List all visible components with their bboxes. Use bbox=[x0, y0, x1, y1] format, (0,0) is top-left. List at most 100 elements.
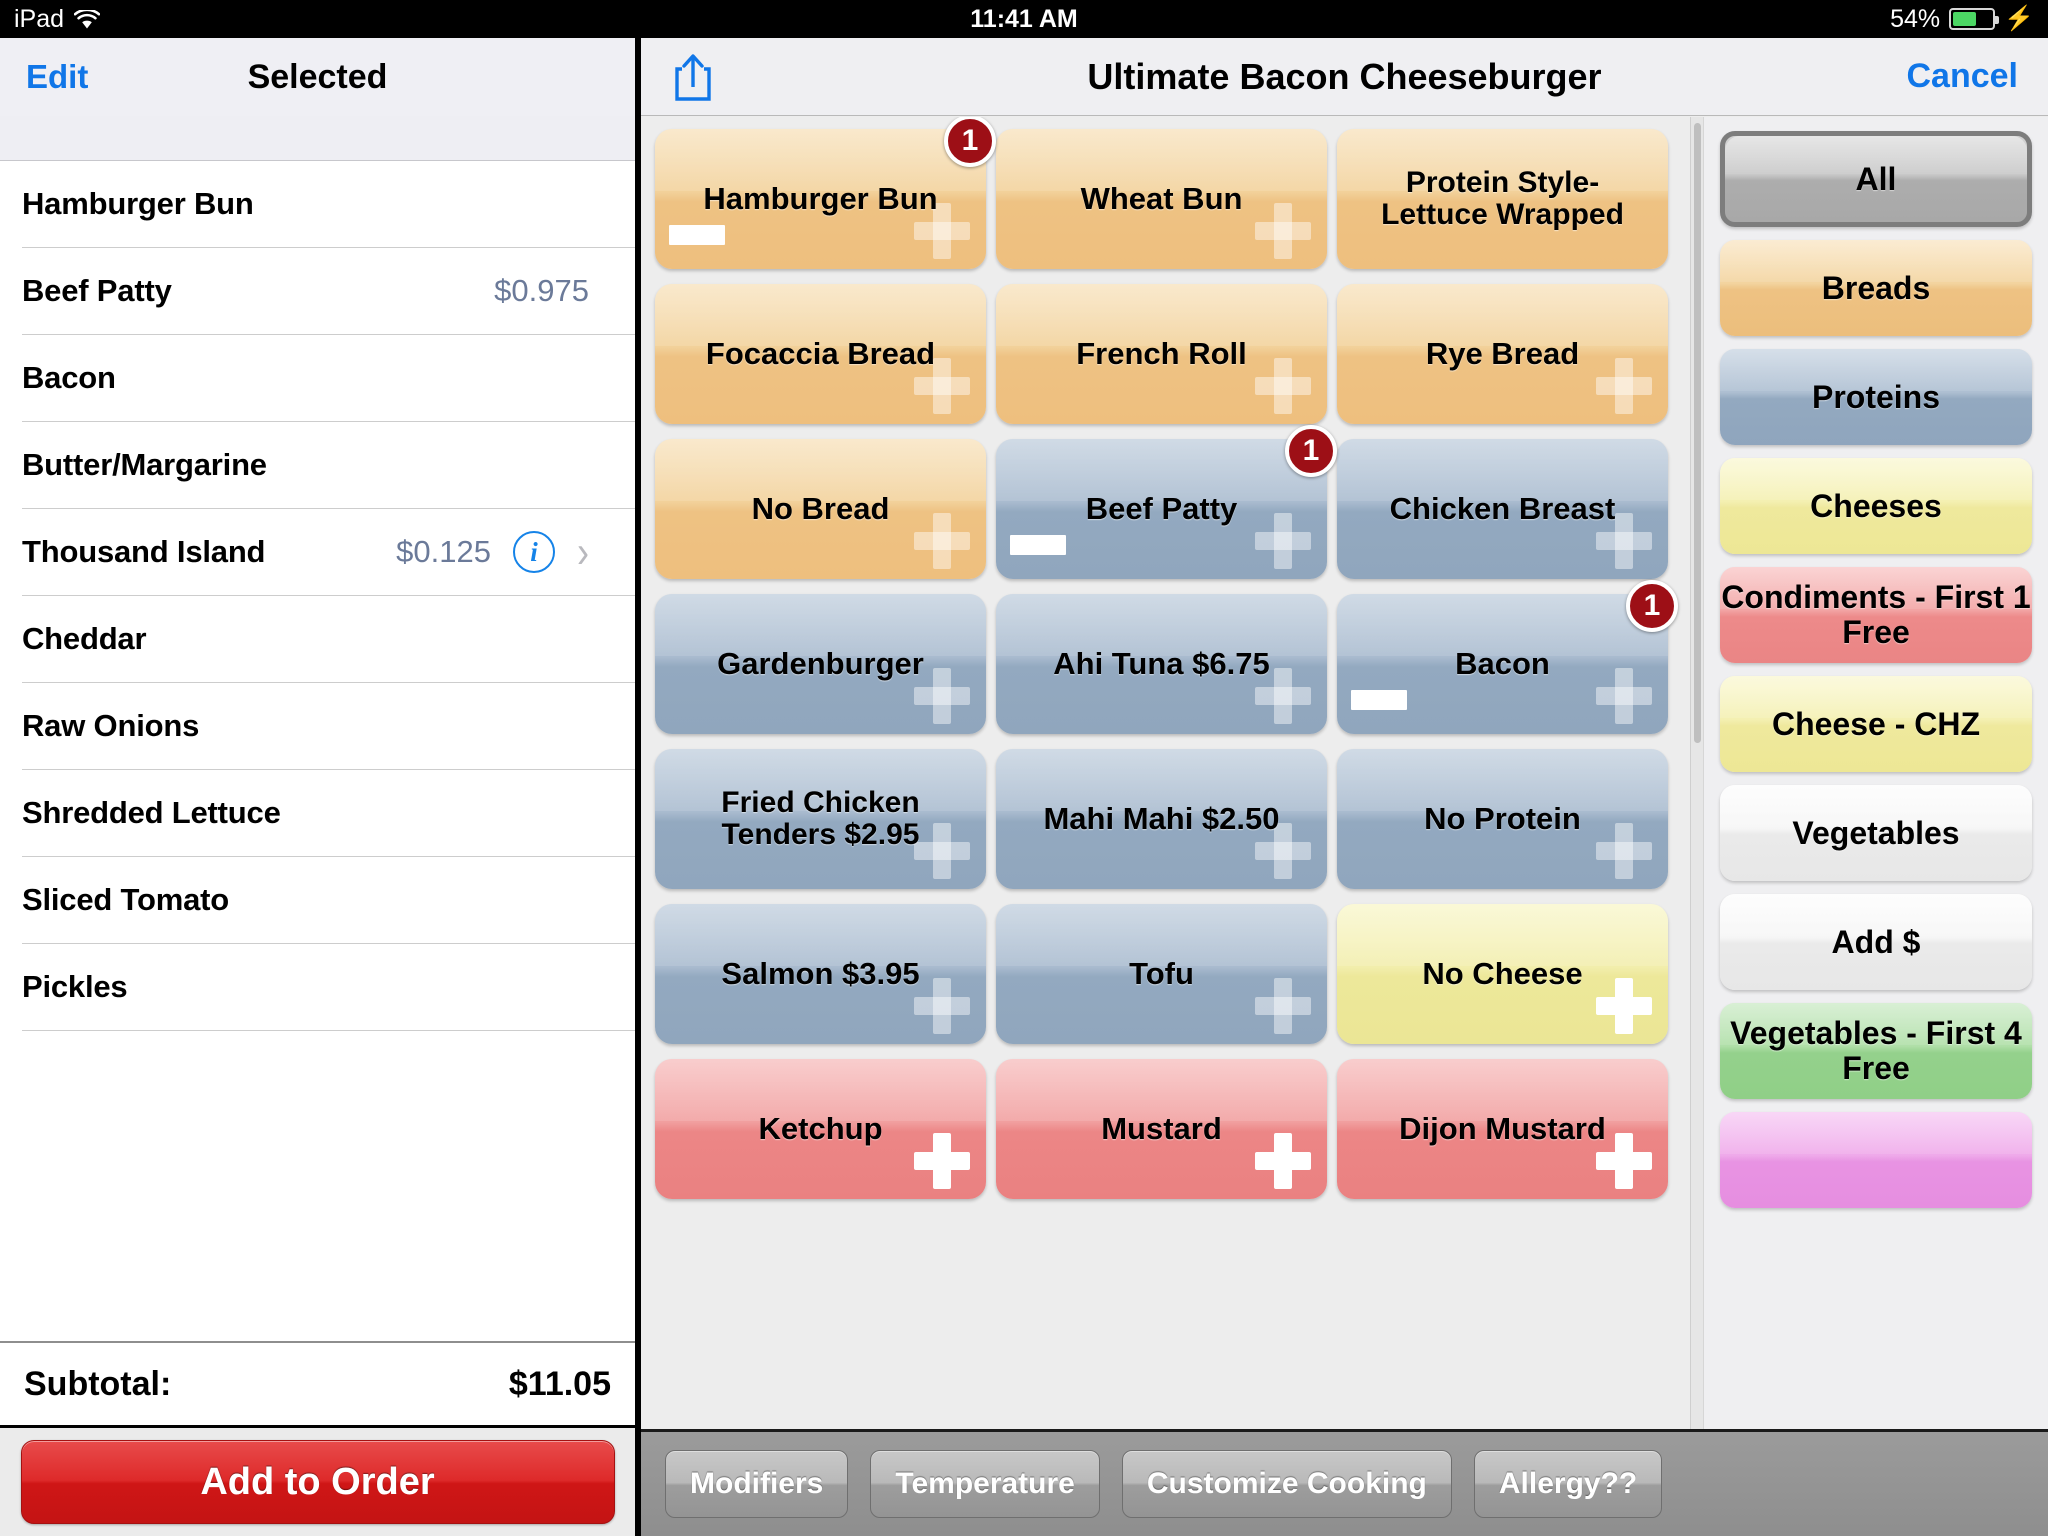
modifier-tile[interactable]: Chicken Breast bbox=[1337, 439, 1668, 579]
selected-items-panel: Edit Selected Hamburger Bun Beef Patty $0.… bbox=[0, 38, 638, 1536]
selected-item-name: Beef Patty bbox=[22, 273, 172, 308]
toolbar-button[interactable]: Allergy?? bbox=[1473, 1450, 1663, 1518]
selected-item-row[interactable]: Shredded Lettuce bbox=[22, 770, 635, 857]
plus-icon[interactable] bbox=[1255, 978, 1311, 1034]
status-bar: iPad 11:41 AM 54% ⚡ bbox=[0, 0, 2048, 38]
selected-item-price: $0.125 bbox=[396, 534, 491, 569]
selected-item-row[interactable]: Raw Onions bbox=[22, 683, 635, 770]
tile-label: No Cheese bbox=[1422, 955, 1583, 991]
status-bar-left: iPad bbox=[14, 5, 101, 34]
selected-item-row[interactable]: Cheddar bbox=[22, 596, 635, 683]
minus-icon[interactable] bbox=[669, 225, 725, 245]
modifier-tile[interactable]: Mustard bbox=[996, 1059, 1327, 1199]
selected-item-row[interactable]: Pickles bbox=[22, 944, 635, 1031]
modifier-tile[interactable]: French Roll bbox=[996, 284, 1327, 424]
tile-label: Beef Patty bbox=[1085, 490, 1238, 526]
selected-item-name: Shredded Lettuce bbox=[22, 795, 281, 830]
minus-icon[interactable] bbox=[1010, 535, 1066, 555]
modifier-tile[interactable]: Gardenburger bbox=[655, 594, 986, 734]
plus-icon[interactable] bbox=[1596, 823, 1652, 879]
quantity-badge: 1 bbox=[1285, 425, 1337, 477]
modifier-tile[interactable]: Bacon 1 bbox=[1337, 580, 1678, 734]
cancel-button[interactable]: Cancel bbox=[1907, 57, 2019, 96]
selected-item-row[interactable]: Bacon bbox=[22, 335, 635, 422]
plus-icon[interactable] bbox=[1596, 358, 1652, 414]
selected-item-accessories: $0.975 bbox=[494, 273, 613, 309]
modifier-tile[interactable]: Protein Style-Lettuce Wrapped bbox=[1337, 129, 1668, 269]
ipad-pos-screen: iPad 11:41 AM 54% ⚡ Edit Selected Hambur… bbox=[0, 0, 2048, 1536]
selected-item-name: Butter/Margarine bbox=[22, 447, 267, 482]
modifier-tile[interactable]: Hamburger Bun 1 bbox=[655, 117, 996, 269]
edit-button[interactable]: Edit bbox=[26, 58, 88, 96]
selected-item-name: Pickles bbox=[22, 969, 128, 1004]
plus-icon[interactable] bbox=[914, 513, 970, 569]
left-panel-spacer bbox=[0, 116, 635, 161]
tile-label: Tofu bbox=[1129, 955, 1194, 991]
info-icon[interactable]: i bbox=[513, 531, 555, 573]
modifier-tile-grid[interactable]: Hamburger Bun 1 Wheat Bun Protein Style-Let… bbox=[641, 117, 1690, 1429]
quantity-badge: 1 bbox=[1626, 580, 1678, 632]
plus-icon[interactable] bbox=[1596, 978, 1652, 1034]
selected-item-row[interactable]: Hamburger Bun bbox=[22, 161, 635, 248]
share-upload-icon[interactable] bbox=[671, 51, 715, 103]
plus-icon[interactable] bbox=[1255, 513, 1311, 569]
plus-icon[interactable] bbox=[914, 1133, 970, 1189]
modifier-tile[interactable]: Fried Chicken Tenders $2.95 bbox=[655, 749, 986, 889]
modifier-tile[interactable]: Ahi Tuna $6.75 bbox=[996, 594, 1327, 734]
modifier-tile[interactable]: Beef Patty 1 bbox=[996, 425, 1337, 579]
category-button[interactable]: Add $ bbox=[1720, 894, 2032, 990]
grid-scrollbar[interactable] bbox=[1690, 117, 1704, 1429]
tile-label: Mahi Mahi $2.50 bbox=[1043, 800, 1280, 836]
modifier-tile[interactable]: Wheat Bun bbox=[996, 129, 1327, 269]
quantity-badge: 1 bbox=[944, 117, 996, 167]
modifier-tile[interactable]: Rye Bread bbox=[1337, 284, 1668, 424]
modifier-tile[interactable]: Dijon Mustard bbox=[1337, 1059, 1668, 1199]
modifier-tile[interactable]: Ketchup bbox=[655, 1059, 986, 1199]
wifi-icon bbox=[74, 9, 101, 29]
tile-label: Salmon $3.95 bbox=[721, 955, 920, 991]
plus-icon[interactable] bbox=[1255, 358, 1311, 414]
add-to-order-button[interactable]: Add to Order bbox=[20, 1440, 615, 1524]
toolbar-button[interactable]: Temperature bbox=[870, 1450, 1100, 1518]
category-label: All bbox=[1855, 160, 1897, 197]
selected-item-row[interactable]: Butter/Margarine bbox=[22, 422, 635, 509]
selected-items-list[interactable]: Hamburger Bun Beef Patty $0.975 Bacon Butter… bbox=[0, 161, 635, 1341]
toolbar-button[interactable]: Customize Cooking bbox=[1121, 1450, 1452, 1518]
category-button[interactable]: All bbox=[1720, 131, 2032, 227]
category-button[interactable]: Condiments - First 1 Free bbox=[1720, 567, 2032, 663]
selected-item-name: Cheddar bbox=[22, 621, 147, 656]
category-button[interactable]: Proteins bbox=[1720, 349, 2032, 445]
selected-item-row[interactable]: Sliced Tomato bbox=[22, 857, 635, 944]
modifier-tile[interactable]: No Cheese bbox=[1337, 904, 1668, 1044]
modifier-tile[interactable]: Mahi Mahi $2.50 bbox=[996, 749, 1327, 889]
item-builder-panel: Ultimate Bacon Cheeseburger Cancel Hambu… bbox=[641, 38, 2048, 1536]
status-bar-right: 54% ⚡ bbox=[1890, 5, 2034, 34]
category-list[interactable]: All Breads Proteins Cheeses Condiments - Fir… bbox=[1704, 117, 2048, 1429]
modifier-tile[interactable]: No Protein bbox=[1337, 749, 1668, 889]
selected-item-row[interactable]: Beef Patty $0.975 bbox=[22, 248, 635, 335]
modifier-tile[interactable]: No Bread bbox=[655, 439, 986, 579]
plus-icon[interactable] bbox=[1255, 203, 1311, 259]
plus-icon[interactable] bbox=[1255, 1133, 1311, 1189]
toolbar-button[interactable]: Modifiers bbox=[665, 1450, 849, 1518]
category-button[interactable]: Vegetables - First 4 Free bbox=[1720, 1003, 2032, 1099]
category-label: Proteins bbox=[1811, 378, 1941, 415]
modifier-tile[interactable]: Focaccia Bread bbox=[655, 284, 986, 424]
bottom-toolbar[interactable]: Modifiers Temperature Customize Cooking All… bbox=[641, 1429, 2048, 1536]
plus-icon[interactable] bbox=[1596, 668, 1652, 724]
left-panel-footer: Add to Order bbox=[0, 1428, 635, 1536]
selected-item-row[interactable]: Thousand Island $0.125 i › bbox=[22, 509, 635, 596]
modifier-tile[interactable]: Tofu bbox=[996, 904, 1327, 1044]
category-button[interactable]: Cheeses bbox=[1720, 458, 2032, 554]
category-label: Vegetables bbox=[1792, 814, 1960, 851]
category-button[interactable]: Breads bbox=[1720, 240, 2032, 336]
tile-label: Dijon Mustard bbox=[1399, 1110, 1606, 1146]
lightning-bolt-icon: ⚡ bbox=[2004, 5, 2034, 32]
category-button[interactable]: Vegetables bbox=[1720, 785, 2032, 881]
modifier-tile[interactable]: Salmon $3.95 bbox=[655, 904, 986, 1044]
category-button[interactable] bbox=[1720, 1112, 2032, 1208]
chevron-right-icon: › bbox=[577, 525, 589, 577]
category-button[interactable]: Cheese - CHZ bbox=[1720, 676, 2032, 772]
minus-icon[interactable] bbox=[1351, 690, 1407, 710]
battery-icon bbox=[1949, 8, 2000, 30]
